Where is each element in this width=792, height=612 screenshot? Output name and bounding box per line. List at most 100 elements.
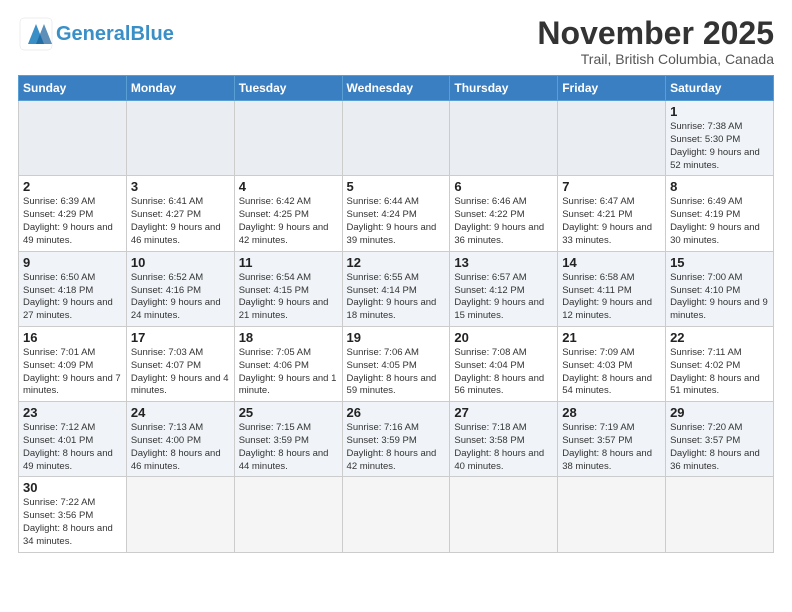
table-row: 18 Sunrise: 7:05 AM Sunset: 4:06 PM Dayli… [234, 326, 342, 401]
date-info: Sunrise: 6:42 AM Sunset: 4:25 PM Dayligh… [239, 196, 338, 247]
date-info: Sunrise: 7:03 AM Sunset: 4:07 PM Dayligh… [131, 347, 230, 398]
table-row: 2Sunrise: 6:39 AM Sunset: 4:29 PM Daylig… [19, 176, 127, 251]
date-info: Sunrise: 7:08 AM Sunset: 4:04 PM Dayligh… [454, 347, 553, 398]
date-info: Sunrise: 6:46 AM Sunset: 4:22 PM Dayligh… [454, 196, 553, 247]
logo-icon: GeneralBlue [18, 16, 174, 52]
date-info: Sunrise: 6:49 AM Sunset: 4:19 PM Dayligh… [670, 196, 769, 247]
date-number: 19 [347, 330, 446, 345]
date-info: Sunrise: 6:44 AM Sunset: 4:24 PM Dayligh… [347, 196, 446, 247]
date-info: Sunrise: 7:20 AM Sunset: 3:57 PM Dayligh… [670, 422, 769, 473]
table-row [558, 477, 666, 552]
table-row: 17 Sunrise: 7:03 AM Sunset: 4:07 PM Dayli… [126, 326, 234, 401]
table-row: 25 Sunrise: 7:15 AM Sunset: 3:59 PM Dayli… [234, 402, 342, 477]
date-number: 4 [239, 179, 338, 194]
table-row [19, 101, 127, 176]
table-row: 19 Sunrise: 7:06 AM Sunset: 4:05 PM Dayli… [342, 326, 450, 401]
table-row: 3Sunrise: 6:41 AM Sunset: 4:27 PM Daylig… [126, 176, 234, 251]
title-block: November 2025 Trail, British Columbia, C… [537, 16, 774, 67]
table-row [342, 101, 450, 176]
date-number: 1 [670, 104, 769, 119]
date-number: 21 [562, 330, 661, 345]
table-row: 5 Sunrise: 6:44 AM Sunset: 4:24 PM Daylig… [342, 176, 450, 251]
table-row: 15 Sunrise: 7:00 AM Sunset: 4:10 PM Dayli… [666, 251, 774, 326]
col-monday: Monday [126, 76, 234, 101]
table-row [450, 477, 558, 552]
table-row: 13Sunrise: 6:57 AM Sunset: 4:12 PM Dayli… [450, 251, 558, 326]
date-number: 15 [670, 255, 769, 270]
date-number: 5 [347, 179, 446, 194]
location-subtitle: Trail, British Columbia, Canada [537, 51, 774, 67]
calendar-week-row: 30 Sunrise: 7:22 AM Sunset: 3:56 PM Dayli… [19, 477, 774, 552]
date-number: 27 [454, 405, 553, 420]
date-number: 9 [23, 255, 122, 270]
table-row: 8 Sunrise: 6:49 AM Sunset: 4:19 PM Daylig… [666, 176, 774, 251]
table-row [126, 101, 234, 176]
table-row: 7 Sunrise: 6:47 AM Sunset: 4:21 PM Daylig… [558, 176, 666, 251]
date-info: Sunrise: 7:01 AM Sunset: 4:09 PM Dayligh… [23, 347, 122, 398]
date-number: 17 [131, 330, 230, 345]
date-info: Sunrise: 7:06 AM Sunset: 4:05 PM Dayligh… [347, 347, 446, 398]
table-row: 16 Sunrise: 7:01 AM Sunset: 4:09 PM Dayli… [19, 326, 127, 401]
col-friday: Friday [558, 76, 666, 101]
date-number: 28 [562, 405, 661, 420]
calendar-week-row: 2Sunrise: 6:39 AM Sunset: 4:29 PM Daylig… [19, 176, 774, 251]
date-number: 13 [454, 255, 553, 270]
table-row: 14Sunrise: 6:58 AM Sunset: 4:11 PM Dayli… [558, 251, 666, 326]
date-number: 18 [239, 330, 338, 345]
date-info: Sunrise: 7:11 AM Sunset: 4:02 PM Dayligh… [670, 347, 769, 398]
table-row: 29Sunrise: 7:20 AM Sunset: 3:57 PM Dayli… [666, 402, 774, 477]
date-number: 10 [131, 255, 230, 270]
date-number: 8 [670, 179, 769, 194]
table-row [558, 101, 666, 176]
col-tuesday: Tuesday [234, 76, 342, 101]
date-info: Sunrise: 7:18 AM Sunset: 3:58 PM Dayligh… [454, 422, 553, 473]
calendar-page: GeneralBlue November 2025 Trail, British… [0, 0, 792, 612]
date-number: 2 [23, 179, 122, 194]
date-info: Sunrise: 7:22 AM Sunset: 3:56 PM Dayligh… [23, 497, 122, 548]
date-number: 25 [239, 405, 338, 420]
date-info: Sunrise: 6:55 AM Sunset: 4:14 PM Dayligh… [347, 272, 446, 323]
date-info: Sunrise: 6:41 AM Sunset: 4:27 PM Dayligh… [131, 196, 230, 247]
col-sunday: Sunday [19, 76, 127, 101]
date-number: 22 [670, 330, 769, 345]
date-info: Sunrise: 7:15 AM Sunset: 3:59 PM Dayligh… [239, 422, 338, 473]
table-row: 30 Sunrise: 7:22 AM Sunset: 3:56 PM Dayli… [19, 477, 127, 552]
date-info: Sunrise: 7:16 AM Sunset: 3:59 PM Dayligh… [347, 422, 446, 473]
table-row [126, 477, 234, 552]
logo-text: GeneralBlue [56, 23, 174, 46]
date-info: Sunrise: 7:00 AM Sunset: 4:10 PM Dayligh… [670, 272, 769, 323]
table-row [234, 477, 342, 552]
table-row [342, 477, 450, 552]
calendar-header-row: Sunday Monday Tuesday Wednesday Thursday… [19, 76, 774, 101]
date-info: Sunrise: 7:05 AM Sunset: 4:06 PM Dayligh… [239, 347, 338, 398]
date-info: Sunrise: 7:19 AM Sunset: 3:57 PM Dayligh… [562, 422, 661, 473]
table-row: 9 Sunrise: 6:50 AM Sunset: 4:18 PM Daylig… [19, 251, 127, 326]
calendar-week-row: 1Sunrise: 7:38 AM Sunset: 5:30 PM Daylig… [19, 101, 774, 176]
table-row: 28 Sunrise: 7:19 AM Sunset: 3:57 PM Dayli… [558, 402, 666, 477]
table-row: 22 Sunrise: 7:11 AM Sunset: 4:02 PM Dayli… [666, 326, 774, 401]
date-number: 24 [131, 405, 230, 420]
table-row: 4 Sunrise: 6:42 AM Sunset: 4:25 PM Daylig… [234, 176, 342, 251]
page-header: GeneralBlue November 2025 Trail, British… [18, 16, 774, 67]
date-number: 30 [23, 480, 122, 495]
date-info: Sunrise: 7:09 AM Sunset: 4:03 PM Dayligh… [562, 347, 661, 398]
table-row: 20Sunrise: 7:08 AM Sunset: 4:04 PM Dayli… [450, 326, 558, 401]
date-number: 7 [562, 179, 661, 194]
date-number: 12 [347, 255, 446, 270]
date-info: Sunrise: 7:12 AM Sunset: 4:01 PM Dayligh… [23, 422, 122, 473]
date-info: Sunrise: 6:47 AM Sunset: 4:21 PM Dayligh… [562, 196, 661, 247]
date-info: Sunrise: 6:50 AM Sunset: 4:18 PM Dayligh… [23, 272, 122, 323]
calendar-week-row: 23Sunrise: 7:12 AM Sunset: 4:01 PM Dayli… [19, 402, 774, 477]
date-number: 11 [239, 255, 338, 270]
date-number: 26 [347, 405, 446, 420]
date-number: 16 [23, 330, 122, 345]
calendar-week-row: 16 Sunrise: 7:01 AM Sunset: 4:09 PM Dayli… [19, 326, 774, 401]
date-info: Sunrise: 7:13 AM Sunset: 4:00 PM Dayligh… [131, 422, 230, 473]
col-wednesday: Wednesday [342, 76, 450, 101]
date-number: 6 [454, 179, 553, 194]
table-row: 6 Sunrise: 6:46 AM Sunset: 4:22 PM Daylig… [450, 176, 558, 251]
logo: GeneralBlue [18, 16, 174, 52]
date-info: Sunrise: 6:54 AM Sunset: 4:15 PM Dayligh… [239, 272, 338, 323]
table-row: 10Sunrise: 6:52 AM Sunset: 4:16 PM Dayli… [126, 251, 234, 326]
table-row: 1Sunrise: 7:38 AM Sunset: 5:30 PM Daylig… [666, 101, 774, 176]
